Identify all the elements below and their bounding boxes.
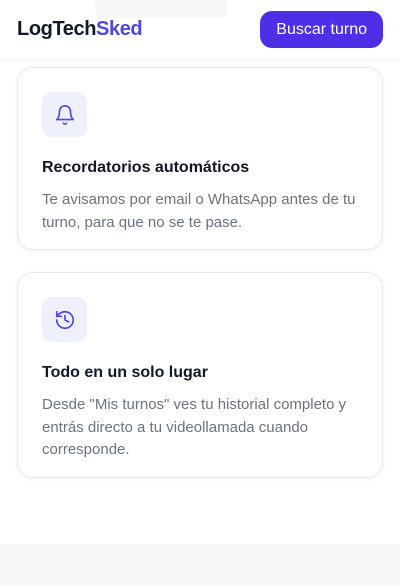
feature-description: Desde "Mis turnos" ves tu historial comp… xyxy=(42,396,347,458)
bell-icon xyxy=(55,104,74,125)
brand-name-accent: Sked xyxy=(96,18,143,40)
feature-title: Todo en un solo lugar xyxy=(42,364,208,381)
feature-icon-container xyxy=(42,92,87,137)
top-navbar: LogTechSked Buscar turno xyxy=(0,0,400,60)
page-footer-band xyxy=(0,544,400,586)
feature-title: Recordatorios automáticos xyxy=(42,159,250,176)
feature-card-reminders: Recordatorios automáticos Te avisamos po… xyxy=(17,67,383,250)
feature-card-history: Todo en un solo lugar Desde "Mis turnos"… xyxy=(17,272,383,478)
feature-description: Te avisamos por email o WhatsApp antes d… xyxy=(42,191,356,231)
feature-icon-container xyxy=(42,297,87,342)
brand-name-primary: LogTech xyxy=(17,18,97,40)
brand-logo[interactable]: LogTechSked xyxy=(17,18,143,41)
scrolled-content-remnant xyxy=(95,0,227,18)
search-appointment-button[interactable]: Buscar turno xyxy=(260,11,383,48)
history-icon xyxy=(55,310,74,329)
